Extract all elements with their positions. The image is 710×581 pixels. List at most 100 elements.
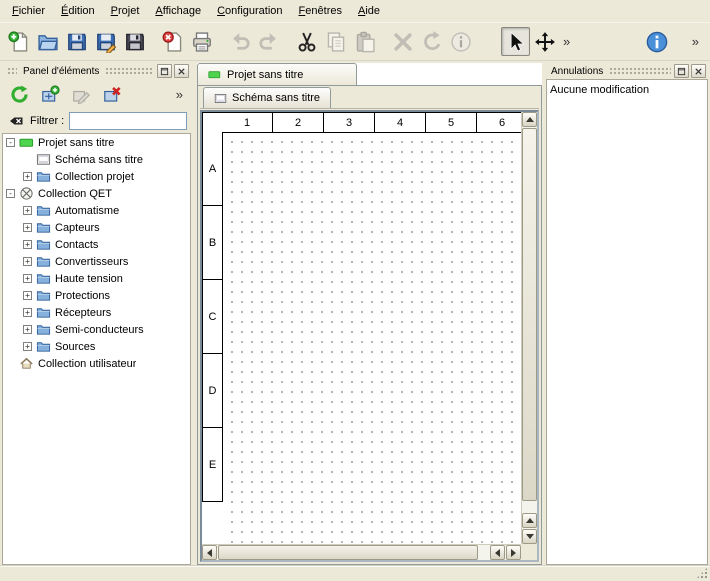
tree-item-label: Collection utilisateur — [38, 358, 136, 370]
tree-item-haute-tension[interactable]: +Haute tension — [3, 270, 190, 287]
expander-plus-icon[interactable]: + — [23, 223, 32, 232]
undo-panel-header-buttons — [674, 64, 706, 78]
undo-list[interactable]: Aucune modification — [546, 79, 708, 565]
redo-icon — [258, 31, 280, 53]
expander-plus-icon[interactable]: + — [23, 172, 32, 181]
tree-item-contacts[interactable]: +Contacts — [3, 236, 190, 253]
delete-element-button[interactable] — [99, 81, 125, 107]
tree-item-sources[interactable]: +Sources — [3, 338, 190, 355]
tree-item-collection-qet[interactable]: -Collection QET — [3, 185, 190, 202]
horizontal-scroll-thumb[interactable] — [218, 545, 478, 560]
delete-button[interactable] — [388, 27, 417, 56]
dock-grip-icon[interactable] — [105, 67, 154, 75]
menu-projet[interactable]: Projet — [103, 0, 148, 22]
elements-panel-header[interactable]: Panel d'éléments — [2, 63, 191, 79]
close-button[interactable] — [174, 64, 189, 78]
diagram-grid[interactable] — [223, 133, 521, 544]
expander-plus-icon[interactable]: + — [23, 240, 32, 249]
toolbar-extension-button[interactable]: » — [688, 34, 703, 49]
scroll-up-button[interactable] — [522, 112, 537, 127]
tree-item-collection-projet[interactable]: +Collection projet — [3, 168, 190, 185]
tree-item-label: Automatisme — [55, 205, 119, 217]
print-button[interactable] — [187, 27, 216, 56]
column-ruler: 123456 — [222, 112, 521, 133]
undo-panel-header[interactable]: Annulations — [546, 63, 708, 79]
close-document-button[interactable] — [158, 27, 187, 56]
expander-plus-icon[interactable]: + — [23, 257, 32, 266]
cut-button[interactable] — [292, 27, 321, 56]
diagram-canvas[interactable]: 123456 ABCDE — [202, 112, 521, 544]
info-button[interactable] — [446, 27, 475, 56]
float-button[interactable] — [157, 64, 172, 78]
tree-item-automatisme[interactable]: + Automatisme — [3, 202, 190, 219]
save-all-button[interactable] — [120, 27, 149, 56]
expander-plus-icon[interactable]: + — [23, 342, 32, 351]
edit-element-button[interactable] — [68, 81, 94, 107]
tree-item-collection-utilisateur[interactable]: Collection utilisateur — [3, 355, 190, 372]
tree-item-schema-sans-titre[interactable]: Schéma sans titre — [3, 151, 190, 168]
tab-projet-sans-titre[interactable]: Projet sans titre — [197, 63, 357, 85]
scroll-left-button-2[interactable] — [490, 545, 505, 560]
paste-button[interactable] — [350, 27, 379, 56]
expander-plus-icon[interactable]: + — [23, 325, 32, 334]
scroll-right-button[interactable] — [506, 545, 521, 560]
scroll-left-button[interactable] — [202, 545, 217, 560]
redo-button[interactable] — [254, 27, 283, 56]
copy-button[interactable] — [321, 27, 350, 56]
tree-item-convertisseurs[interactable]: +Convertisseurs — [3, 253, 190, 270]
menu-aide[interactable]: Aide — [350, 0, 388, 22]
menu-fichier[interactable]: Fichier — [4, 0, 53, 22]
filter-input[interactable] — [69, 112, 187, 130]
menu-configuration[interactable]: Configuration — [209, 0, 290, 22]
horizontal-scrollbar[interactable] — [202, 544, 521, 560]
arrow-up-icon — [526, 518, 534, 523]
menu-fenetres[interactable]: Fenêtres — [291, 0, 350, 22]
schema-icon — [36, 152, 51, 167]
tree-item-semi-conducteurs[interactable]: +Semi-conducteurs — [3, 321, 190, 338]
tree-item-label: Récepteurs — [55, 307, 111, 319]
workspace: Projet sans titre Schéma sans titre 1234… — [197, 63, 542, 565]
expander-plus-icon[interactable]: + — [23, 308, 32, 317]
close-icon — [177, 67, 186, 76]
vertical-scroll-thumb[interactable] — [522, 128, 537, 501]
tree-item-recepteurs[interactable]: + Récepteurs — [3, 304, 190, 321]
reload-button[interactable] — [6, 81, 32, 107]
open-folder-button[interactable] — [33, 27, 62, 56]
vertical-scrollbar[interactable] — [521, 112, 537, 544]
menu-edition[interactable]: Édition — [53, 0, 103, 22]
menu-bar: FichierÉditionProjetAffichageConfigurati… — [0, 0, 710, 23]
new-document-button[interactable] — [4, 27, 33, 56]
select-arrow-button[interactable] — [501, 27, 530, 56]
move-button[interactable] — [530, 27, 559, 56]
undo-panel: Annulations Aucune modification — [546, 63, 708, 565]
undo-button[interactable] — [225, 27, 254, 56]
expander-minus-icon[interactable]: - — [6, 189, 15, 198]
tab-schema-sans-titre[interactable]: Schéma sans titre — [203, 87, 331, 108]
scroll-down-button[interactable] — [522, 529, 537, 544]
toolbar-extension-button[interactable]: » — [172, 87, 187, 102]
size-grip[interactable] — [696, 567, 708, 579]
close-button[interactable] — [691, 64, 706, 78]
expander-plus-icon[interactable]: + — [23, 274, 32, 283]
expander-plus-icon[interactable]: + — [23, 206, 32, 215]
about-button[interactable] — [643, 27, 672, 56]
row-ruler: ABCDE — [202, 132, 223, 502]
expander-minus-icon[interactable]: - — [6, 138, 15, 147]
expander-plus-icon[interactable]: + — [23, 291, 32, 300]
save-as-button[interactable] — [91, 27, 120, 56]
tree-item-projet-sans-titre[interactable]: -Projet sans titre — [3, 134, 190, 151]
open-folder-icon — [37, 31, 59, 53]
save-button[interactable] — [62, 27, 91, 56]
dock-grip-icon[interactable] — [7, 67, 17, 75]
menu-affichage[interactable]: Affichage — [147, 0, 209, 22]
rotate-button[interactable] — [417, 27, 446, 56]
scroll-up-button-2[interactable] — [522, 513, 537, 528]
clear-filter-button[interactable] — [6, 112, 25, 131]
tree-item-capteurs[interactable]: +Capteurs — [3, 219, 190, 236]
new-element-button[interactable] — [37, 81, 63, 107]
folder-icon — [36, 305, 51, 320]
float-button[interactable] — [674, 64, 689, 78]
toolbar-extension-button[interactable]: » — [559, 34, 574, 49]
dock-grip-icon[interactable] — [609, 67, 671, 75]
tree-item-protections[interactable]: +Protections — [3, 287, 190, 304]
